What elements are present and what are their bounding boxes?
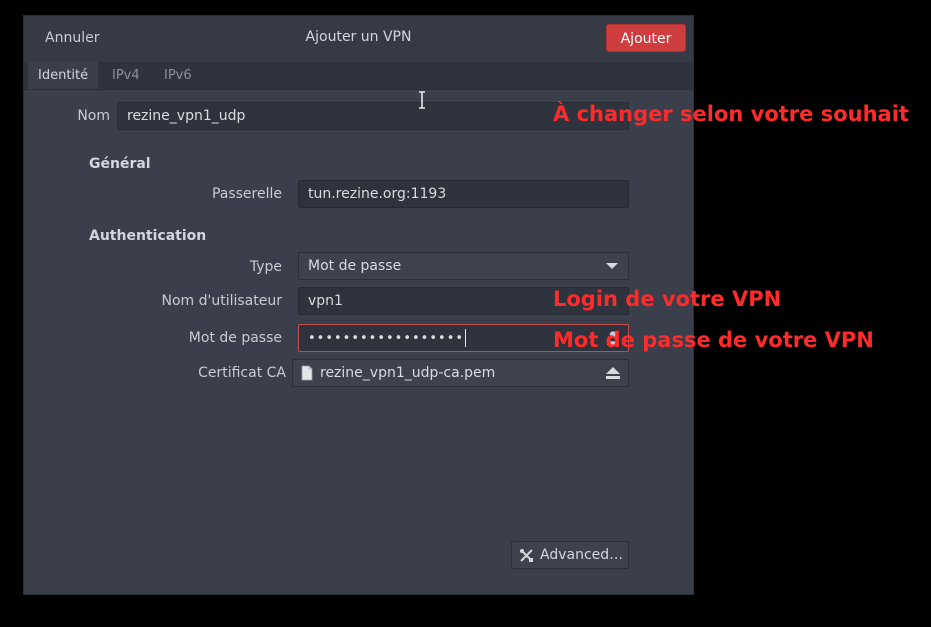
tools-icon bbox=[520, 549, 533, 562]
name-label: Nom bbox=[77, 108, 110, 124]
password-label: Mot de passe bbox=[188, 330, 282, 346]
ca-certificate-value: rezine_vpn1_udp-ca.pem bbox=[320, 365, 496, 381]
text-caret bbox=[465, 329, 467, 347]
tab-identity[interactable]: Identité bbox=[28, 62, 99, 89]
add-button[interactable]: Ajouter bbox=[606, 24, 686, 52]
auth-heading: Authentication bbox=[89, 228, 207, 244]
tab-bar: Identité IPv4 IPv6 bbox=[24, 62, 693, 90]
general-heading: Général bbox=[89, 156, 151, 172]
gateway-label: Passerelle bbox=[211, 186, 282, 202]
advanced-button[interactable]: Advanced… bbox=[511, 541, 629, 569]
annotation-password-note: Mot de passe de votre VPN bbox=[553, 328, 874, 352]
ca-certificate-label: Certificat CA bbox=[198, 365, 286, 381]
tab-ipv4[interactable]: IPv4 bbox=[102, 62, 150, 89]
folder-open-icon bbox=[606, 367, 620, 379]
dialog-title: Ajouter un VPN bbox=[305, 29, 412, 45]
annotation-login-note: Login de votre VPN bbox=[553, 287, 782, 311]
text-cursor-icon bbox=[419, 91, 425, 109]
ca-certificate-chooser[interactable]: rezine_vpn1_udp-ca.pem bbox=[292, 359, 629, 387]
gateway-input[interactable]: tun.rezine.org:1193 bbox=[298, 180, 629, 208]
screen: Annuler Ajouter un VPN Ajouter Identité … bbox=[0, 0, 931, 627]
tab-ipv6[interactable]: IPv6 bbox=[154, 62, 202, 89]
file-icon bbox=[301, 365, 313, 381]
type-select-value: Mot de passe bbox=[308, 258, 402, 274]
annotation-name-note: À changer selon votre souhait bbox=[553, 102, 909, 126]
password-value: •••••••••••••••••• bbox=[308, 331, 465, 346]
dialog-header: Annuler Ajouter un VPN Ajouter bbox=[24, 16, 693, 63]
chevron-down-icon bbox=[606, 263, 618, 269]
type-select[interactable]: Mot de passe bbox=[298, 252, 629, 280]
username-label: Nom d'utilisateur bbox=[161, 293, 283, 309]
advanced-button-label: Advanced… bbox=[540, 547, 624, 563]
type-label: Type bbox=[249, 259, 282, 275]
